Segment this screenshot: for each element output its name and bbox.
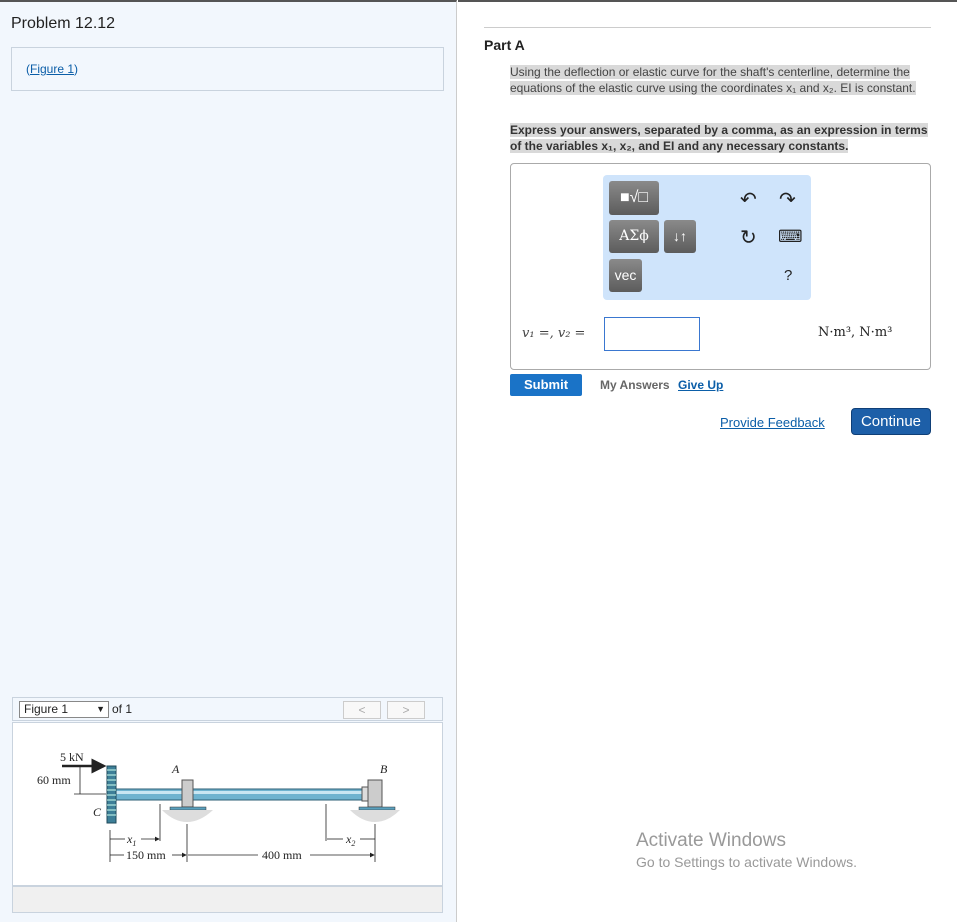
figure-footer <box>12 886 443 913</box>
keyboard-icon[interactable]: ⌨ <box>778 227 803 247</box>
shaft-figure: 5 kN 60 mm C A B x1 150 mm 400 mm x2 <box>37 750 400 862</box>
shaft <box>115 788 367 801</box>
undo-icon[interactable]: ↶ <box>740 187 757 212</box>
paren-close: ) <box>74 62 79 76</box>
x1-label: x1 <box>126 832 136 848</box>
reset-icon[interactable]: ↻ <box>740 225 757 250</box>
figure-select-value: Figure 1 <box>24 702 69 716</box>
force-label: 5 kN <box>60 750 84 764</box>
divider <box>484 27 931 28</box>
provide-feedback-link[interactable]: Provide Feedback <box>720 415 825 430</box>
my-answers-label: My Answers <box>600 378 670 392</box>
figure-area: 5 kN 60 mm C A B x1 150 mm 400 mm x2 <box>12 722 443 886</box>
figure-link[interactable]: Figure 1 <box>30 62 74 76</box>
dim-400-label: 400 mm <box>262 848 302 862</box>
arrows-button[interactable]: ↓↑ <box>664 220 696 253</box>
answer-label: v₁ =, v₂ = <box>522 326 586 341</box>
give-up-link[interactable]: Give Up <box>678 378 723 392</box>
question-text: Using the deflection or elastic curve fo… <box>510 65 916 95</box>
submit-button[interactable]: Submit <box>510 374 582 396</box>
next-figure-button[interactable]: > <box>387 701 425 719</box>
figure-count: of 1 <box>112 702 133 716</box>
watermark-subtitle: Go to Settings to activate Windows. <box>636 854 857 870</box>
help-icon[interactable]: ? <box>784 267 792 284</box>
ground-a <box>162 810 213 822</box>
instruction-text: Express your answers, separated by a com… <box>510 123 928 153</box>
templates-button[interactable]: ■√□ <box>609 181 659 215</box>
dim-150-label: 150 mm <box>126 848 166 862</box>
watermark-title: Activate Windows <box>636 830 786 851</box>
dropdown-arrow-icon: ▼ <box>96 704 105 714</box>
part-title: Part A <box>484 37 525 53</box>
greek-button[interactable]: ΑΣϕ <box>609 220 659 253</box>
figure-link-box: (Figure 1) <box>11 47 444 91</box>
x2-label: x2 <box>345 832 355 848</box>
continue-button[interactable]: Continue <box>851 408 931 435</box>
answer-input[interactable] <box>604 317 700 351</box>
bearing-a <box>181 779 194 808</box>
vec-button[interactable]: vec <box>609 259 642 292</box>
prev-figure-button[interactable]: < <box>343 701 381 719</box>
ground-b <box>350 810 400 822</box>
bearing-b <box>367 779 383 808</box>
answer-units: N·m³, N·m³ <box>818 325 893 340</box>
redo-icon[interactable]: ↷ <box>779 187 796 212</box>
figure-select[interactable]: Figure 1 ▼ <box>19 701 109 718</box>
label-a: A <box>171 762 180 776</box>
offset-label: 60 mm <box>37 773 71 787</box>
figure-toolbar: Figure 1 ▼ of 1 < > <box>12 697 443 721</box>
problem-title: Problem 12.12 <box>11 15 116 32</box>
label-c: C <box>93 805 102 819</box>
label-b: B <box>380 762 388 776</box>
math-toolbar: ■√□ ΑΣϕ ↓↑ vec ↶ ↷ ↻ ⌨ ? <box>603 175 811 300</box>
